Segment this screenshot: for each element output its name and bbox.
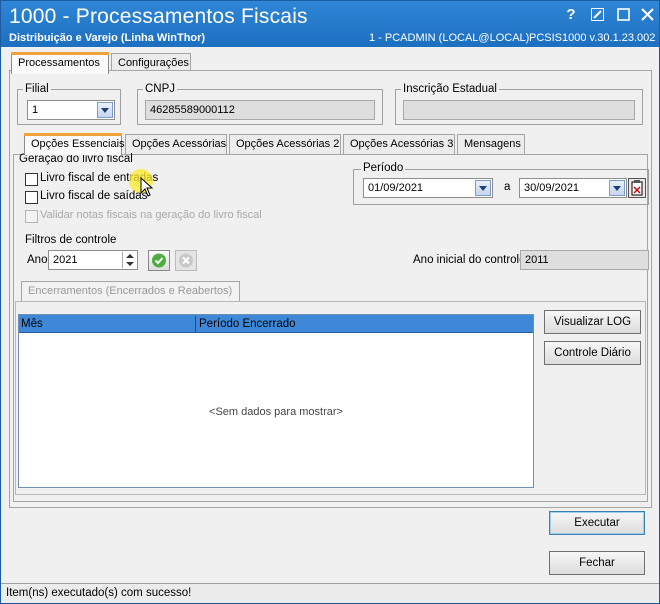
controle-diario-button[interactable]: Controle Diário <box>544 341 641 365</box>
tab-processamentos[interactable]: Processamentos <box>11 52 109 74</box>
tab-opcoes-acessorias-3[interactable]: Opções Acessórias 3 <box>343 134 455 155</box>
periodo-start-value: 01/09/2021 <box>368 182 424 194</box>
fechar-button[interactable]: Fechar <box>549 551 645 575</box>
chevron-up-icon[interactable] <box>126 254 134 258</box>
button-label: Controle Diário <box>554 347 631 359</box>
entradas-checkbox[interactable] <box>25 173 38 186</box>
tab-encerramentos[interactable]: Encerramentos (Encerrados e Reabertos) <box>21 281 240 302</box>
cnpj-value: 46285589000112 <box>150 104 235 116</box>
filial-select[interactable]: 1 <box>27 100 115 120</box>
periodo-end-value: 30/09/2021 <box>524 182 580 194</box>
status-text: Item(ns) executado(s) com sucesso! <box>6 587 192 599</box>
tab-opcoes-acessorias-2[interactable]: Opções Acessórias 2 <box>229 134 341 155</box>
filial-label: Filial <box>23 83 51 95</box>
column-header-periodo[interactable]: Período Encerrado <box>199 318 296 330</box>
executar-button[interactable]: Executar <box>549 511 645 535</box>
window-subtitle: Distribuição e Varejo (Linha WinThor) <box>9 32 206 44</box>
ano-value: 2021 <box>53 254 78 266</box>
button-label: Executar <box>574 517 620 529</box>
help-icon[interactable]: ? <box>561 5 581 25</box>
validar-checkbox[interactable] <box>25 210 38 223</box>
button-label: Visualizar LOG <box>553 316 632 328</box>
encerramentos-grid[interactable]: Mês Período Encerrado <Sem dados para mo… <box>18 314 534 488</box>
cnpj-field: 46285589000112 <box>145 100 375 120</box>
confirm-filter-button[interactable] <box>148 250 170 271</box>
button-label: Fechar <box>579 557 615 569</box>
spinner-arrows[interactable] <box>122 252 136 268</box>
status-bar: Item(ns) executado(s) com sucesso! <box>1 583 659 603</box>
tab-label: Processamentos <box>18 57 100 69</box>
ano-spinner[interactable]: 2021 <box>48 250 138 270</box>
calendar-clear-button[interactable] <box>628 178 646 198</box>
tab-label: Opções Acessórias <box>132 138 227 150</box>
periodo-start-date[interactable]: 01/09/2021 <box>363 178 493 198</box>
column-divider <box>195 316 196 332</box>
inscricao-field <box>403 100 635 120</box>
ano-inicial-field: 2011 <box>520 250 649 270</box>
chevron-down-icon[interactable] <box>475 180 491 196</box>
tab-opcoes-acessorias[interactable]: Opções Acessórias <box>125 134 227 155</box>
grid-header: Mês Período Encerrado <box>19 315 533 333</box>
column-header-mes[interactable]: Mês <box>21 318 43 330</box>
chevron-down-icon[interactable] <box>609 180 625 196</box>
chevron-down-icon[interactable] <box>97 102 113 118</box>
check-circle-icon <box>152 253 166 268</box>
saidas-label[interactable]: Livro fiscal de saídas <box>40 190 147 202</box>
saidas-checkbox[interactable] <box>25 191 38 204</box>
filtros-label: Filtros de controle <box>25 234 117 246</box>
program-version: PCSIS1000 v.30.1.23.002 <box>529 32 656 44</box>
ano-inicial-label: Ano inicial do controle <box>413 254 526 266</box>
maximize-icon[interactable] <box>613 5 633 25</box>
tab-label: Configurações <box>118 57 189 69</box>
ano-label: Ano <box>27 254 48 266</box>
visualizar-log-button[interactable]: Visualizar LOG <box>544 310 641 334</box>
application-window: 1000 - Processamentos Fiscais Distribuiç… <box>0 0 660 604</box>
close-icon[interactable] <box>637 5 657 25</box>
tab-label: Opções Essenciais <box>31 138 125 150</box>
tab-label: Opções Acessórias 2 <box>236 138 340 150</box>
periodo-label: Período <box>361 162 406 174</box>
cancel-filter-button[interactable] <box>175 250 197 271</box>
chevron-down-icon[interactable] <box>126 262 134 266</box>
tab-label: Opções Acessórias 3 <box>350 138 454 150</box>
clipboard-icon <box>631 180 643 196</box>
user-info: 1 - PCADMIN (LOCAL@LOCAL) <box>369 32 530 44</box>
periodo-end-date[interactable]: 30/09/2021 <box>519 178 627 198</box>
edit-icon[interactable] <box>587 5 607 25</box>
cancel-icon <box>179 253 193 268</box>
tab-label: Mensagens <box>464 138 521 150</box>
grid-empty-message: <Sem dados para mostrar> <box>209 406 343 418</box>
filial-value: 1 <box>32 104 39 116</box>
mouse-pointer-icon <box>140 177 154 197</box>
tab-mensagens[interactable]: Mensagens <box>457 134 525 155</box>
ano-inicial-value: 2011 <box>525 254 549 266</box>
cnpj-label: CNPJ <box>143 83 178 95</box>
tab-label: Encerramentos (Encerrados e Reabertos) <box>28 285 233 297</box>
inscricao-label: Inscrição Estadual <box>401 83 499 95</box>
tab-opcoes-essenciais[interactable]: Opções Essenciais <box>24 133 125 155</box>
validar-label[interactable]: Validar notas fiscais na geração do livr… <box>40 209 262 221</box>
periodo-separator: a <box>504 181 511 193</box>
window-title: 1000 - Processamentos Fiscais <box>9 5 308 28</box>
title-bar[interactable]: 1000 - Processamentos Fiscais Distribuiç… <box>1 1 659 47</box>
